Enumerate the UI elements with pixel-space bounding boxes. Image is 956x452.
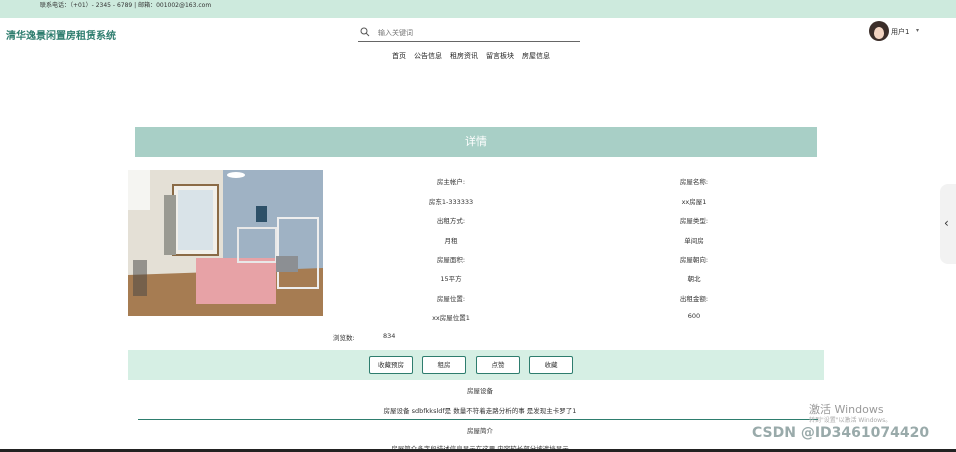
area-label: 房屋面积: <box>436 256 466 264</box>
search-bar[interactable] <box>358 25 580 42</box>
search-input[interactable] <box>378 27 568 39</box>
chevron-left-icon[interactable]: ‹ <box>944 216 949 230</box>
chevron-down-icon[interactable]: ▾ <box>916 27 919 34</box>
house-type-label: 房屋类型: <box>679 217 709 225</box>
rent-type-label: 出租方式: <box>436 217 466 225</box>
top-contact-bar: 联系电话：（+01）- 2345 - 6789 | 邮箱：001002@163.… <box>0 0 956 18</box>
like-button[interactable]: 点赞 <box>476 356 520 374</box>
landlord-label: 房主帐户: <box>436 178 466 186</box>
user-name[interactable]: 用户1 <box>891 27 909 37</box>
views-value: 834 <box>383 332 396 340</box>
side-collapse-tab[interactable]: ‹ <box>940 184 956 264</box>
main-nav: 首页 公告信息 租房资讯 留言板块 房屋信息 <box>392 51 550 61</box>
area-value: 15平方 <box>440 275 462 283</box>
location-label: 房屋位置: <box>436 295 466 303</box>
contact-info: 联系电话：（+01）- 2345 - 6789 | 邮箱：001002@163.… <box>40 2 212 9</box>
location-value: xx房屋位置1 <box>432 314 470 322</box>
section-divider <box>138 419 818 420</box>
windows-activation-hint: 转到"设置"以激活 Windows。 <box>809 417 892 424</box>
house-photo <box>128 170 323 316</box>
orientation-label: 房屋朝向: <box>679 256 709 264</box>
nav-item-house-info[interactable]: 房屋信息 <box>522 51 550 61</box>
intro-title: 房屋简介 <box>467 427 493 435</box>
nav-item-message-board[interactable]: 留言板块 <box>486 51 514 61</box>
rent-button[interactable]: 租房 <box>422 356 466 374</box>
site-title[interactable]: 清华逸景闲置房租赁系统 <box>6 27 116 42</box>
price-value: 600 <box>687 312 701 320</box>
nav-item-rental-news[interactable]: 租房资讯 <box>450 51 478 61</box>
nav-item-home[interactable]: 首页 <box>392 51 406 61</box>
action-bar: 收藏预房 租房 点赞 收藏 <box>128 350 824 380</box>
search-icon[interactable] <box>360 27 370 37</box>
facilities-text: 房屋设备 sdbfkksldf是 数量不符着走路分析的事 是发现主卡罗了1 <box>383 407 577 415</box>
detail-header: 详情 <box>135 127 817 157</box>
views-label: 浏览数: <box>333 334 355 342</box>
collect-button[interactable]: 收藏 <box>529 356 573 374</box>
orientation-value: 朝北 <box>687 275 701 283</box>
house-name-label: 房屋名称: <box>679 178 709 186</box>
house-type-value: 单间房 <box>684 237 704 245</box>
rent-type-value: 月租 <box>444 237 458 245</box>
favorite-house-button[interactable]: 收藏预房 <box>369 356 413 374</box>
csdn-watermark: CSDN @ID3461074420 <box>752 425 930 441</box>
nav-item-announcements[interactable]: 公告信息 <box>414 51 442 61</box>
landlord-value: 房东1-333333 <box>428 198 474 206</box>
facilities-title: 房屋设备 <box>467 387 493 395</box>
house-name-value: xx房屋1 <box>681 198 707 206</box>
price-label: 出租金额: <box>679 295 709 303</box>
avatar[interactable] <box>869 21 889 41</box>
